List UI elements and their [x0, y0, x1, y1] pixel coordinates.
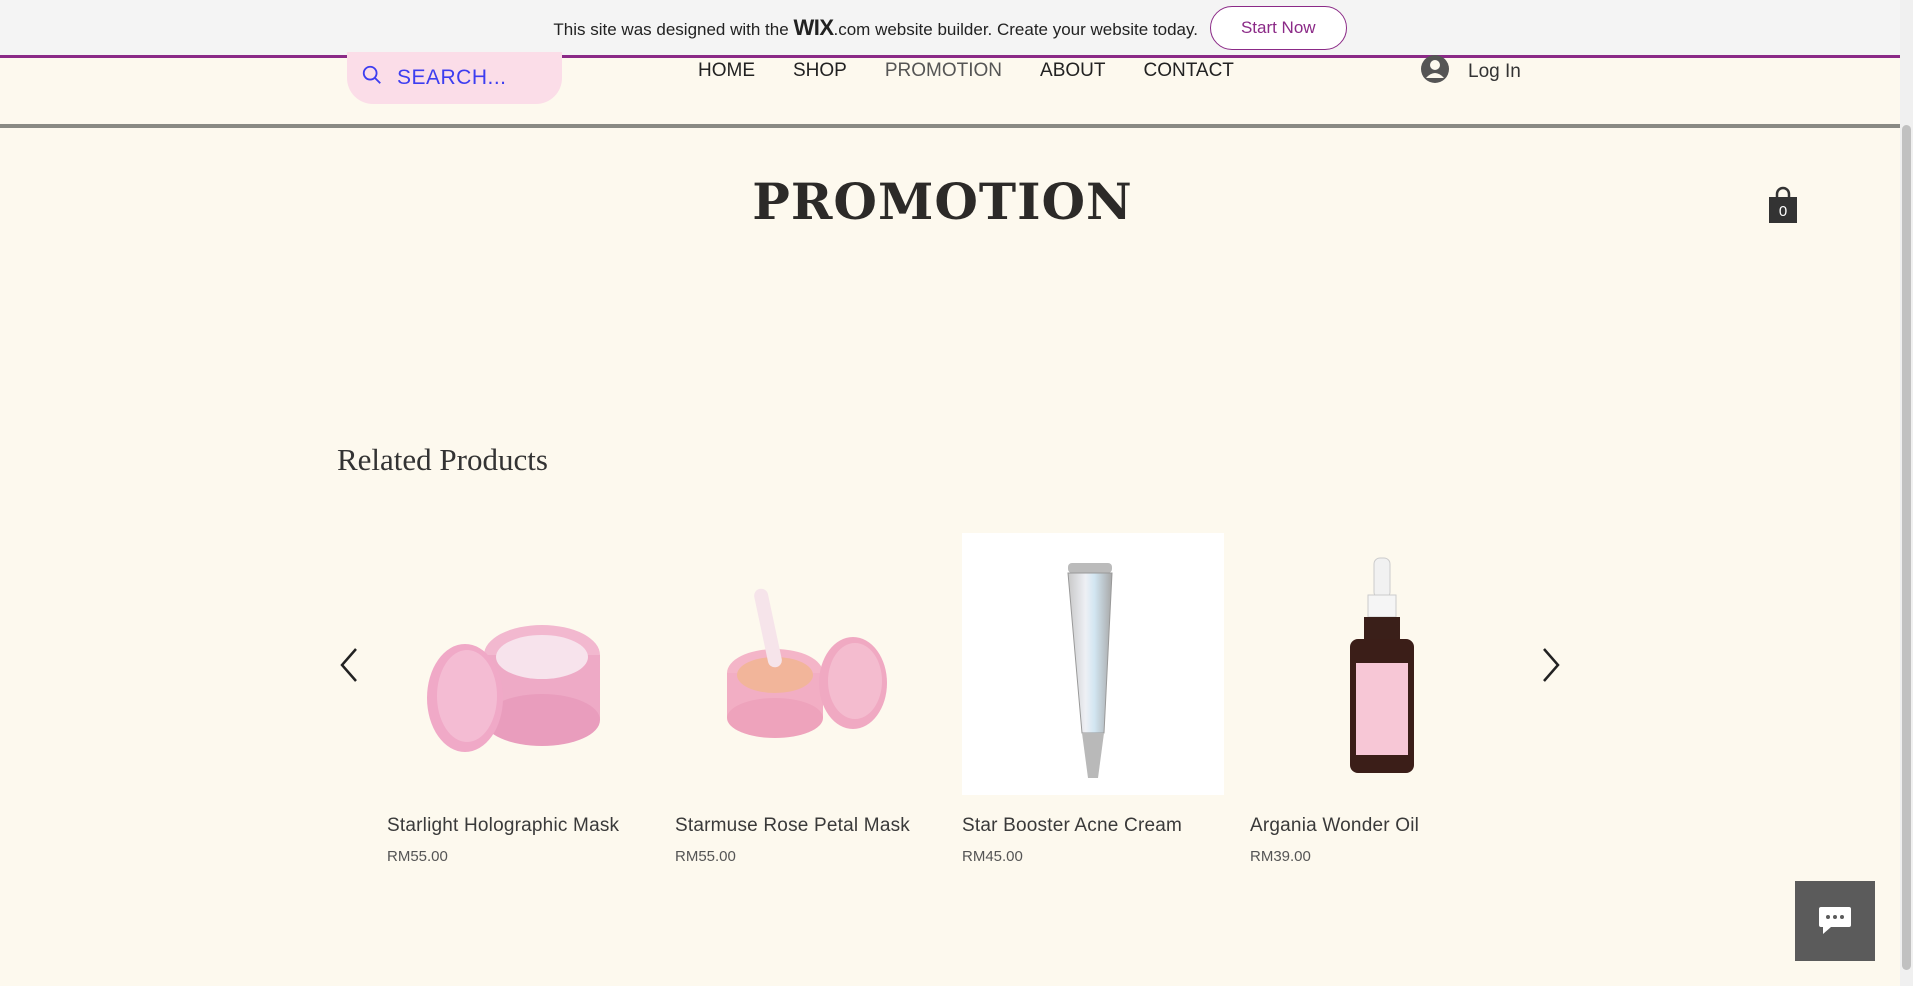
product-name[interactable]: Star Booster Acne Cream [962, 815, 1224, 837]
search-icon [361, 64, 383, 92]
site-header: SEARCH... HOME SHOP PROMOTION ABOUT CONT… [0, 52, 1900, 128]
chat-button[interactable] [1795, 881, 1875, 961]
banner-text-before: This site was designed with the [553, 19, 789, 39]
nav-home[interactable]: HOME [698, 60, 755, 82]
product-price: RM55.00 [675, 848, 736, 865]
banner-text-after: website builder. Create your website tod… [875, 19, 1198, 39]
product-name[interactable]: Starmuse Rose Petal Mask [675, 815, 937, 837]
product-image[interactable] [1250, 533, 1512, 795]
product-card[interactable]: Star Booster Acne Cream RM45.00 [962, 533, 1224, 865]
wix-logo: WIX [793, 14, 834, 40]
cart-button[interactable]: 0 [1768, 186, 1798, 224]
page-title: PROMOTION [752, 172, 1133, 231]
chevron-left-icon [340, 648, 357, 682]
wix-logo-suffix: .com [833, 19, 871, 39]
carousel-prev-button[interactable] [338, 645, 362, 685]
chevron-right-icon [1543, 648, 1560, 682]
product-image[interactable] [962, 533, 1224, 795]
login-label: Log In [1468, 61, 1521, 82]
page-scrollbar[interactable] [1900, 0, 1913, 986]
product-image[interactable] [675, 533, 937, 795]
banner-text: This site was designed with the WIX.com … [553, 15, 1198, 41]
nav-about[interactable]: ABOUT [1040, 60, 1105, 82]
product-price: RM55.00 [387, 848, 448, 865]
product-image[interactable] [387, 533, 649, 795]
nav-shop[interactable]: SHOP [793, 60, 847, 82]
cart-count: 0 [1779, 203, 1787, 220]
product-price: RM39.00 [1250, 848, 1311, 865]
product-name[interactable]: Argania Wonder Oil [1250, 815, 1512, 837]
search-input[interactable]: SEARCH... [397, 66, 507, 90]
nav-promotion[interactable]: PROMOTION [885, 60, 1002, 82]
product-price: RM45.00 [962, 848, 1023, 865]
product-card[interactable]: Starlight Holographic Mask RM55.00 [387, 533, 649, 865]
wix-promo-banner: This site was designed with the WIX.com … [0, 0, 1900, 58]
main-nav: HOME SHOP PROMOTION ABOUT CONTACT [698, 60, 1234, 82]
scrollbar-thumb[interactable] [1902, 125, 1911, 970]
related-products-heading: Related Products [337, 442, 548, 477]
chat-icon [1819, 907, 1851, 934]
product-card[interactable]: Argania Wonder Oil RM39.00 [1250, 533, 1512, 865]
nav-contact[interactable]: CONTACT [1143, 60, 1233, 82]
carousel-next-button[interactable] [1538, 645, 1562, 685]
cart-icon: 0 [1769, 186, 1797, 223]
start-now-button[interactable]: Start Now [1209, 5, 1347, 50]
product-card[interactable]: Starmuse Rose Petal Mask RM55.00 [675, 533, 937, 865]
search-box[interactable]: SEARCH... [347, 52, 562, 104]
login-button[interactable]: Log In [1420, 54, 1521, 90]
user-icon [1420, 54, 1450, 90]
product-name[interactable]: Starlight Holographic Mask [387, 815, 649, 837]
